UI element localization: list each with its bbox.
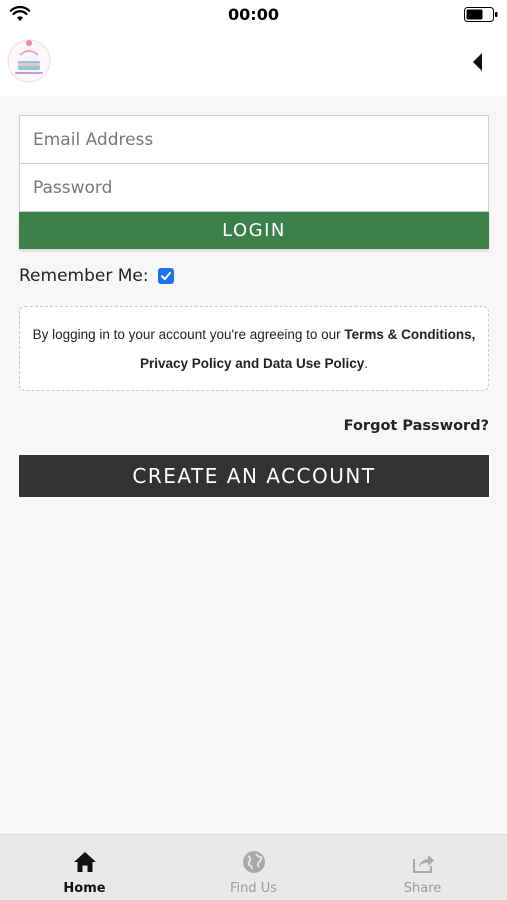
password-input[interactable] xyxy=(19,164,489,212)
email-input[interactable] xyxy=(19,115,489,164)
terms-suffix: . xyxy=(364,356,369,371)
checkmark-icon xyxy=(160,272,171,280)
globe-icon xyxy=(242,851,265,873)
tab-find-us-label: Find Us xyxy=(229,881,278,896)
terms-prefix: By logging in to your account you're agr… xyxy=(32,327,345,342)
create-account-button[interactable]: CREATE AN ACCOUNT xyxy=(19,455,489,497)
bottom-tab-bar: Home Find Us Share xyxy=(0,834,507,900)
forgot-password-link[interactable]: Forgot Password? xyxy=(344,418,489,434)
terms-notice: By logging in to your account you're agr… xyxy=(19,306,489,391)
tab-home-label: Home xyxy=(63,881,106,896)
status-bar: 00:00 xyxy=(0,0,507,28)
battery-icon xyxy=(464,7,498,22)
cake-logo-icon xyxy=(7,39,51,83)
terms-conditions-link[interactable]: Terms & Conditions, xyxy=(344,327,475,342)
status-time: 00:00 xyxy=(228,5,279,24)
app-header xyxy=(0,28,507,96)
remember-me-label: Remember Me: xyxy=(19,266,149,286)
tab-share[interactable]: Share xyxy=(338,835,507,900)
share-icon xyxy=(412,855,434,873)
remember-me-row: Remember Me: xyxy=(19,264,174,288)
tab-home[interactable]: Home xyxy=(0,835,169,900)
tab-find-us[interactable]: Find Us xyxy=(169,835,338,900)
privacy-policy-link[interactable]: Privacy Policy and Data Use Policy xyxy=(140,356,364,371)
home-icon xyxy=(73,852,96,872)
back-arrow-icon[interactable] xyxy=(468,50,488,74)
login-button[interactable]: LOGIN xyxy=(19,212,489,249)
remember-me-checkbox[interactable] xyxy=(157,268,174,284)
tab-share-label: Share xyxy=(403,881,442,896)
